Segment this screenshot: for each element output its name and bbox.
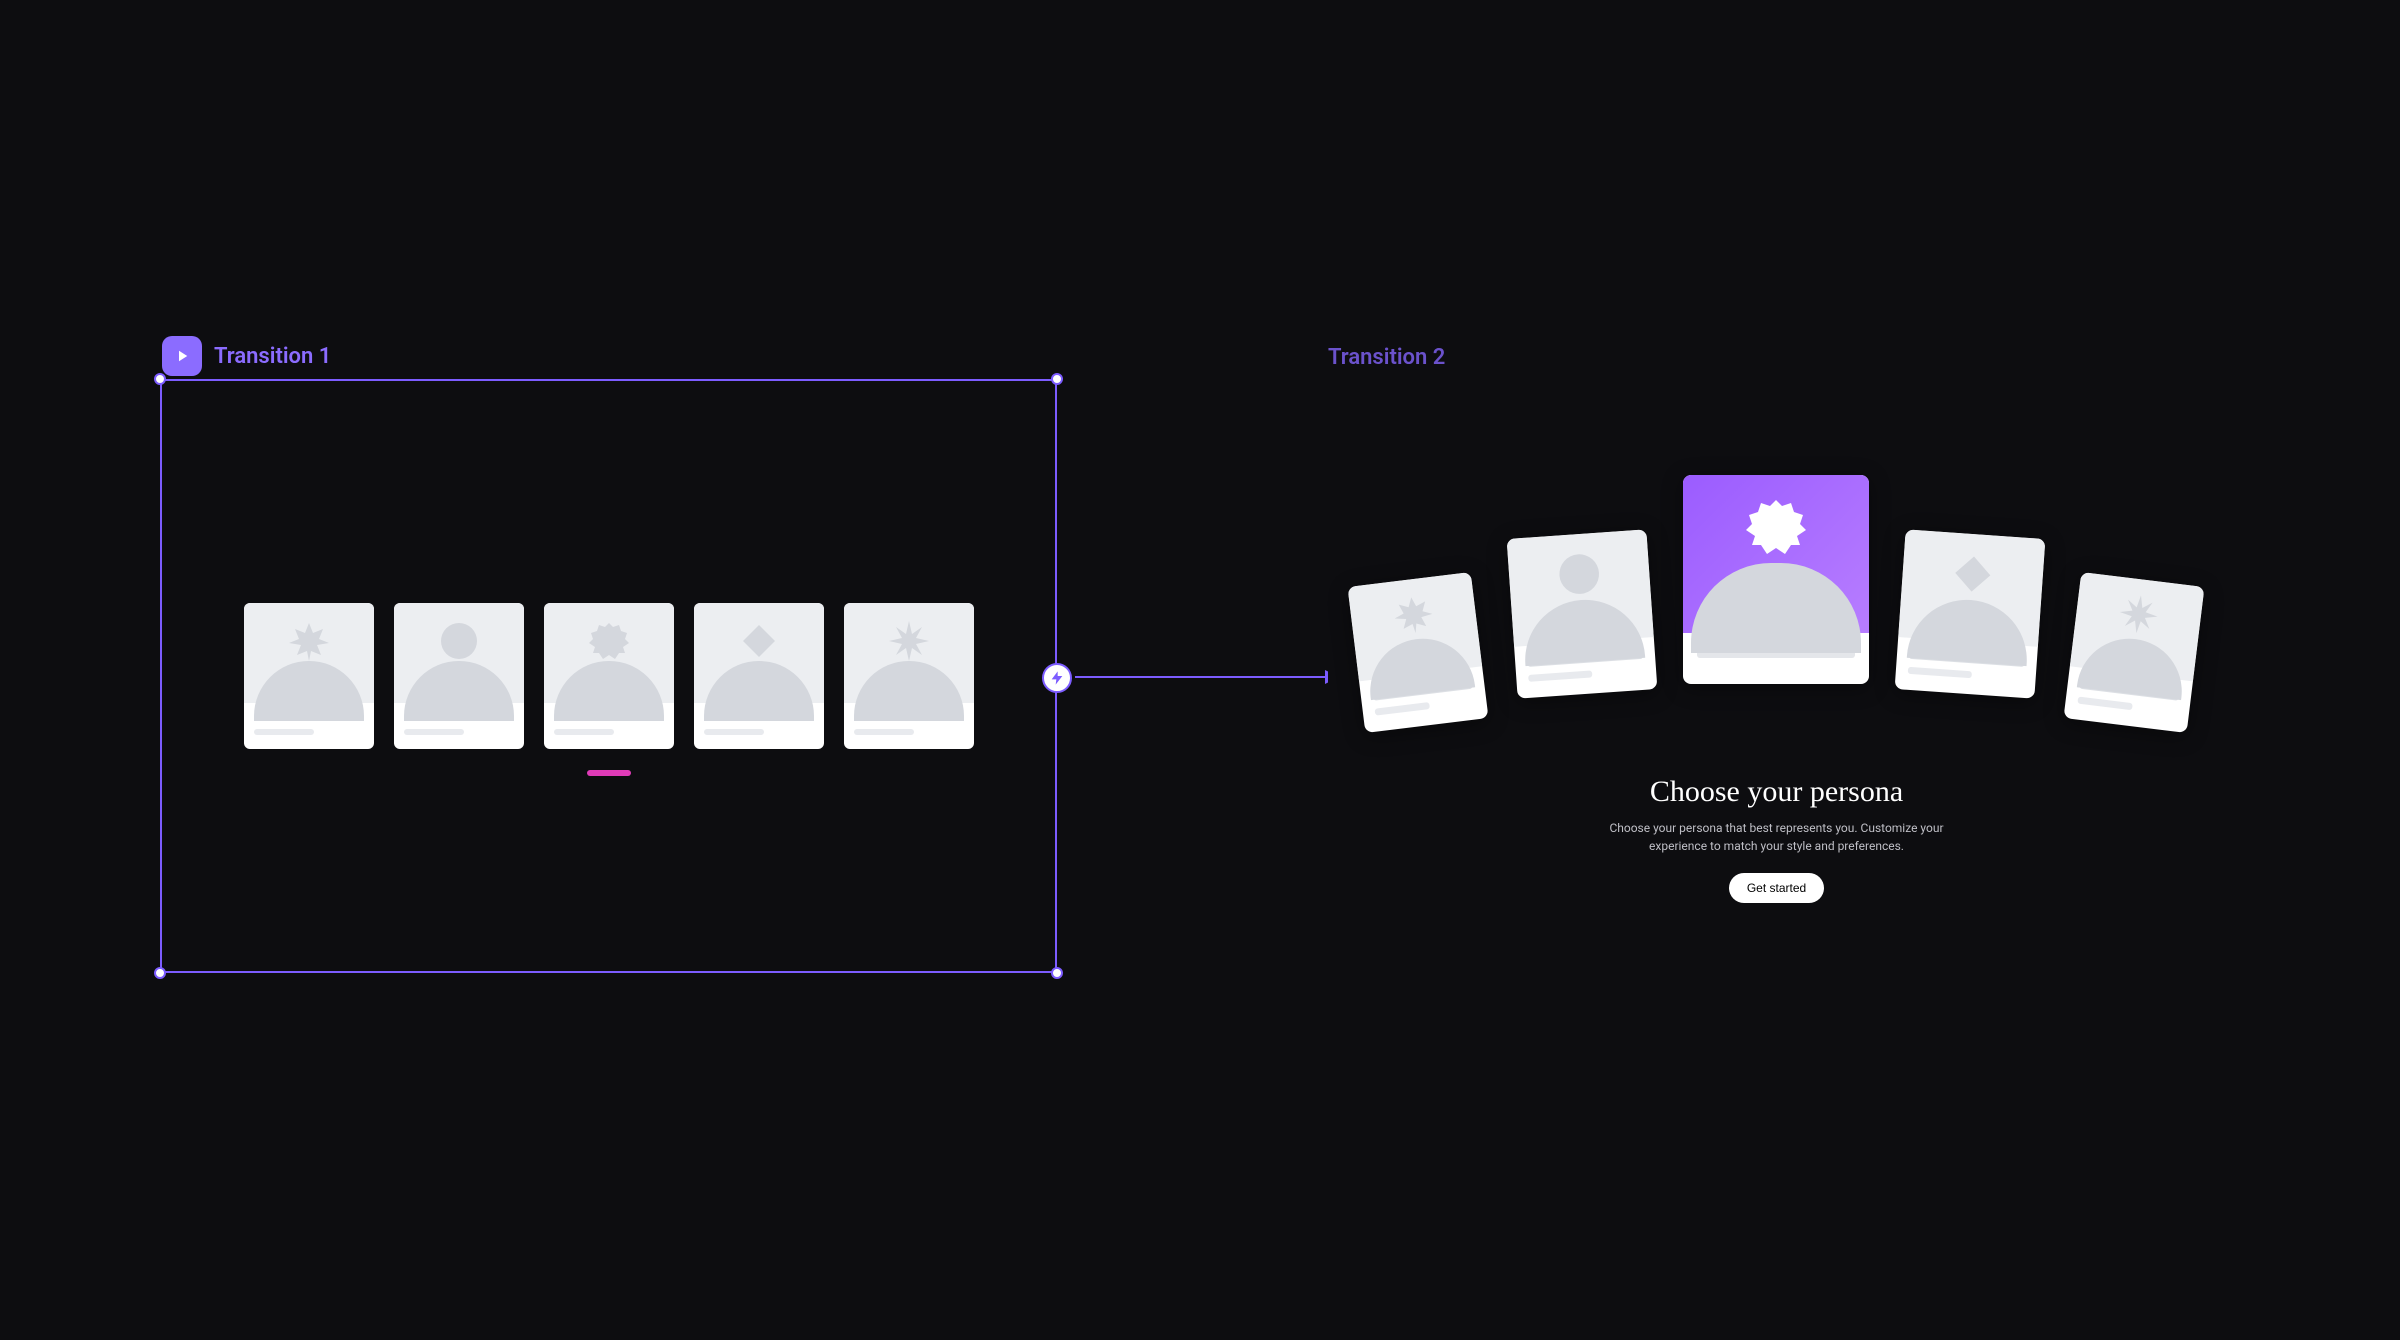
seal-icon [1556,551,1603,598]
persona-card[interactable] [544,603,674,749]
starburst-icon [889,621,929,661]
frame2-title: Choose your persona [1328,775,2225,809]
selection-handle[interactable] [1051,967,1063,979]
frame-transition-1[interactable] [160,379,1057,973]
transition-arrow[interactable] [1075,676,1337,678]
frame1-card-row [244,603,974,749]
frame-transition-2[interactable]: Choose your persona Choose your persona … [1328,379,2225,973]
frame2-card-fan [1328,469,2225,769]
canvas[interactable]: Transition 1 Transition 2 [0,0,2400,1340]
persona-card[interactable] [694,603,824,749]
star-icon [1392,593,1434,635]
frame1-header: Transition 1 [162,336,331,376]
get-started-button[interactable]: Get started [1729,873,1824,903]
frame2-subtitle: Choose your persona that best represents… [1587,819,1967,855]
seal-icon [439,621,479,661]
diamond-icon [1949,551,1996,598]
selection-handle[interactable] [1051,373,1063,385]
starburst-icon [2118,593,2160,635]
persona-card[interactable] [844,603,974,749]
persona-card[interactable] [244,603,374,749]
selection-handle[interactable] [154,373,166,385]
diamond-icon [739,621,779,661]
persona-card[interactable] [394,603,524,749]
persona-card[interactable] [1348,572,1489,733]
persona-card[interactable] [1895,529,2046,698]
frame1-label[interactable]: Transition 1 [214,344,331,369]
persona-card[interactable] [1507,529,1658,698]
persona-card-selected[interactable] [1683,475,1869,684]
frame2-text-block: Choose your persona Choose your persona … [1328,775,2225,903]
lightning-icon[interactable] [1042,663,1072,693]
seal-icon [1746,497,1806,557]
active-indicator [587,770,631,776]
play-icon[interactable] [162,336,202,376]
star-icon [289,621,329,661]
seal-icon [589,621,629,661]
persona-card[interactable] [2064,572,2205,733]
frame2-label[interactable]: Transition 2 [1328,345,1445,370]
selection-handle[interactable] [154,967,166,979]
